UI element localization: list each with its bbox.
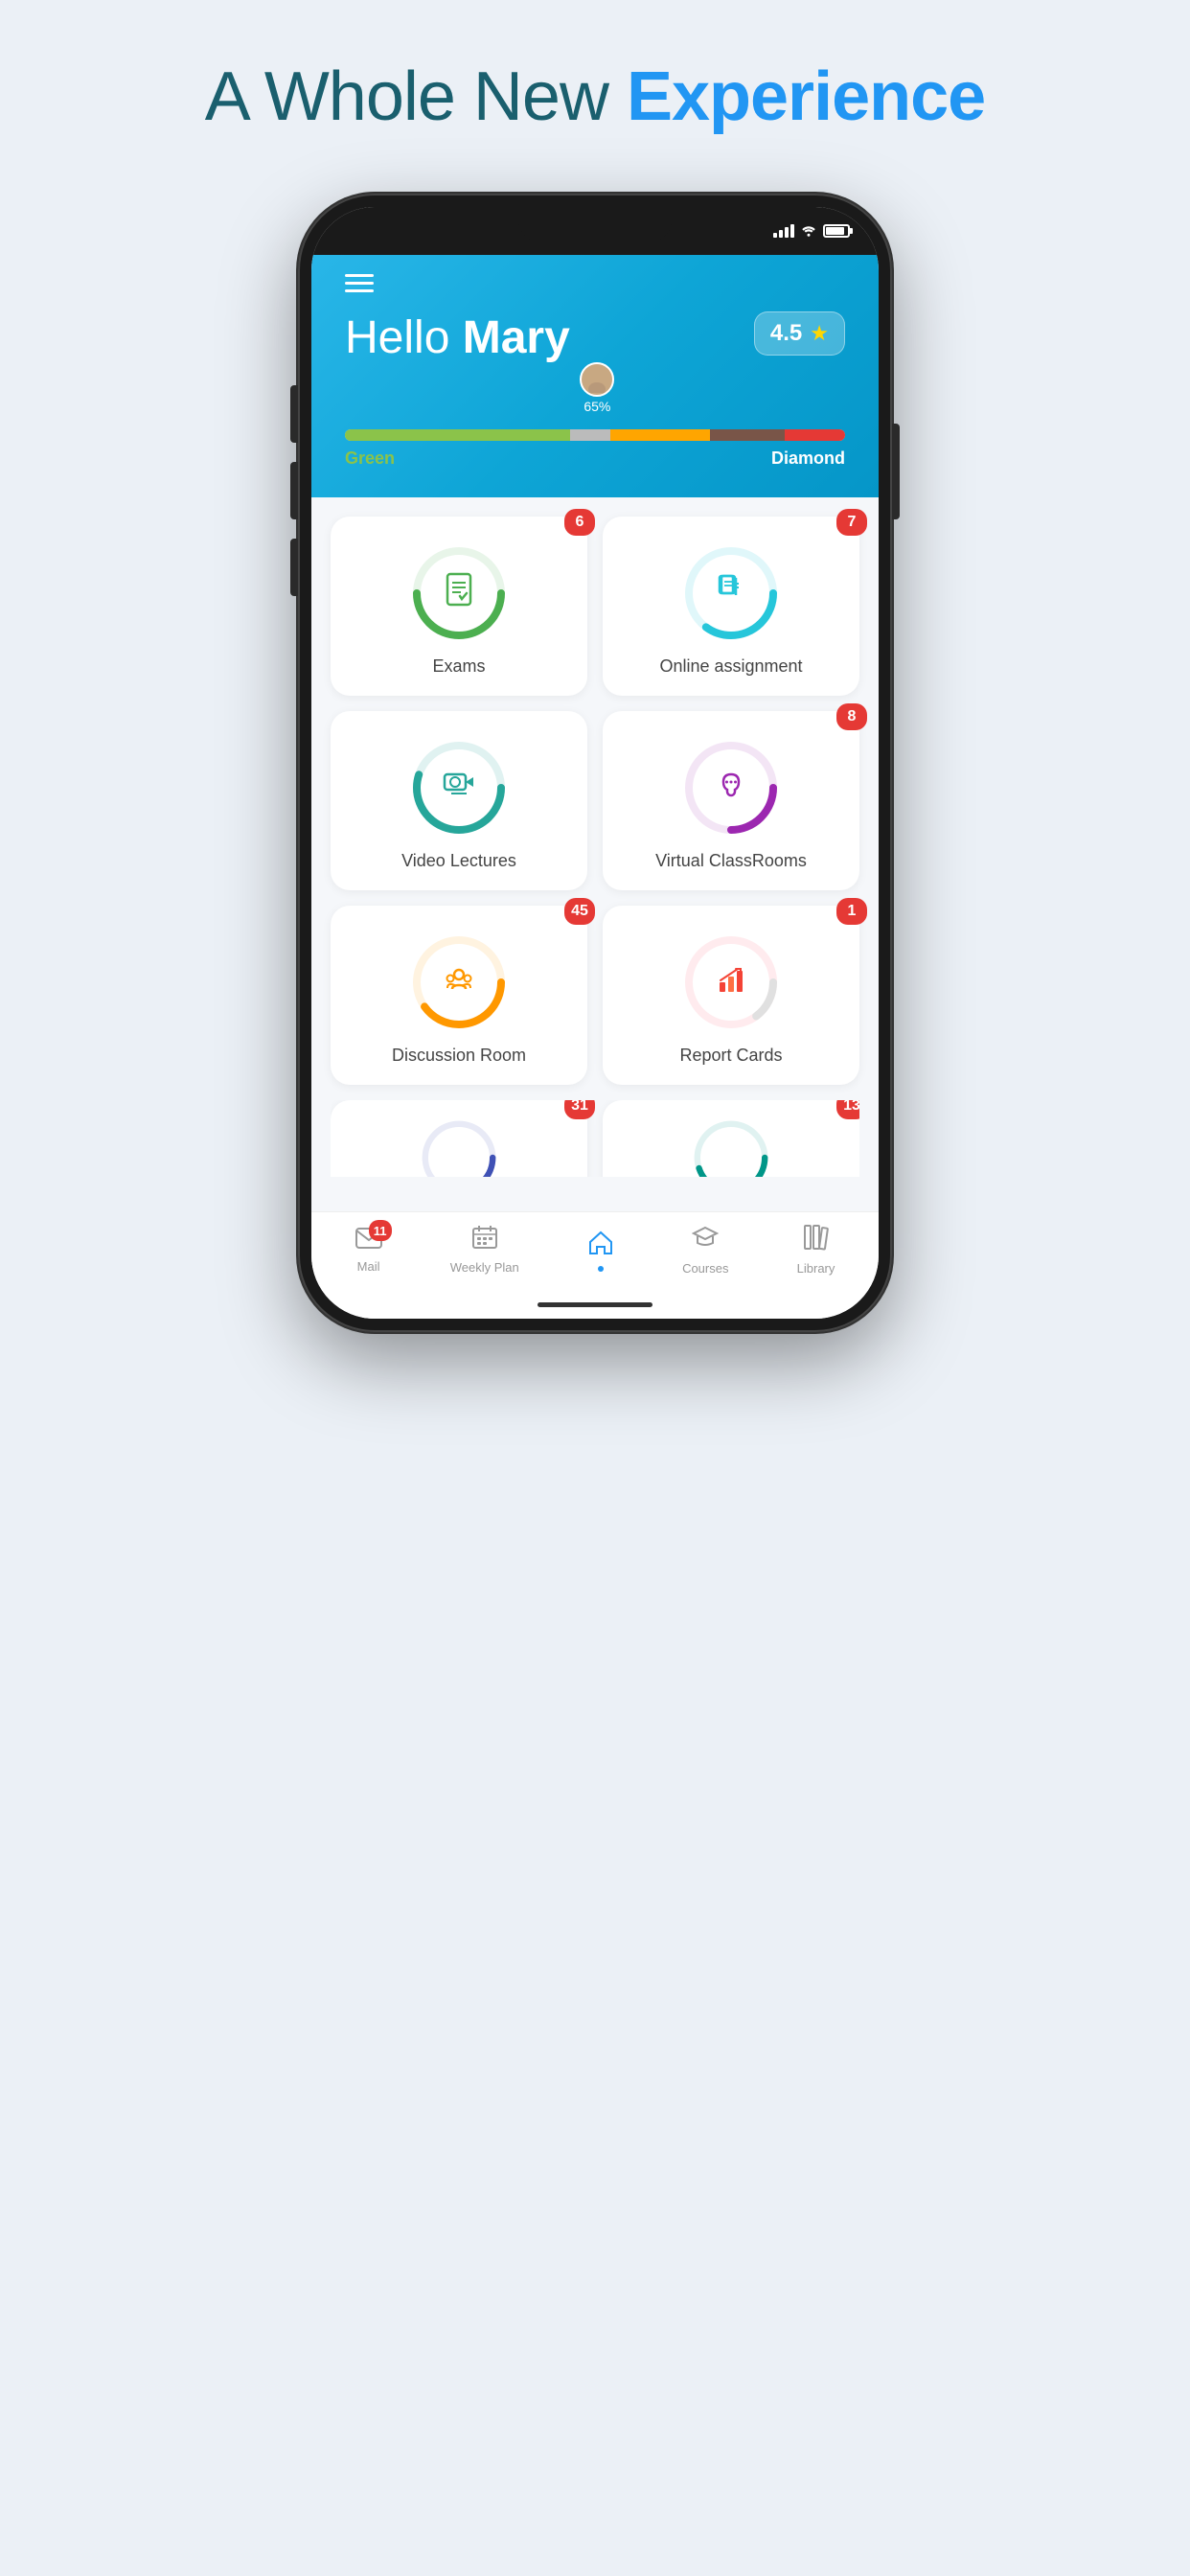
nav-item-library[interactable]: Library: [797, 1224, 835, 1276]
grid-row-4: 31 13: [331, 1100, 859, 1177]
badge-item-7: 31: [564, 1100, 595, 1119]
anchor-left-label: Green: [345, 448, 395, 469]
card-report-cards[interactable]: 1: [603, 906, 859, 1085]
greeting-name: Mary: [463, 312, 570, 363]
report-cards-icon: [712, 959, 750, 1006]
badge-virtual-classrooms: 8: [836, 703, 867, 730]
grid-row-1: 6: [331, 517, 859, 696]
nav-item-weekly-plan[interactable]: Weekly Plan: [450, 1225, 519, 1275]
virtual-classrooms-icon: [712, 765, 750, 812]
progress-bar: [345, 429, 845, 441]
greeting-text: Hello Mary: [345, 311, 570, 364]
status-bar: [311, 207, 879, 255]
circle-video-lectures: [411, 740, 507, 836]
badge-discussion-room: 45: [564, 898, 595, 925]
library-icon: [804, 1224, 829, 1257]
hamburger-menu[interactable]: [345, 274, 845, 292]
mail-label: Mail: [357, 1259, 380, 1274]
header-top: Hello Mary 4.5 ★: [345, 311, 845, 364]
exams-label: Exams: [432, 656, 485, 677]
phone-screen: Hello Mary 4.5 ★: [311, 207, 879, 1319]
progress-segment-brown: [710, 429, 785, 441]
home-bar-line: [538, 1302, 652, 1307]
online-assignment-icon: [712, 570, 750, 617]
badge-item-8: 13: [836, 1100, 859, 1119]
weekly-plan-icon: [472, 1225, 497, 1256]
courses-icon: [692, 1224, 719, 1257]
card-online-assignment[interactable]: 7: [603, 517, 859, 696]
progress-avatar: 65%: [580, 362, 614, 414]
user-avatar: [580, 362, 614, 397]
badge-report-cards: 1: [836, 898, 867, 925]
video-lectures-icon: [440, 765, 478, 812]
grid-row-2: Video Lectures 8: [331, 711, 859, 890]
circle-item-8: [693, 1119, 769, 1177]
phone-mockup: Hello Mary 4.5 ★: [298, 194, 892, 1332]
header-section: Hello Mary 4.5 ★: [311, 255, 879, 497]
home-active-dot: [598, 1266, 604, 1272]
circle-exams: [411, 545, 507, 641]
progress-percent: 65%: [584, 399, 610, 414]
grid-section: 6: [311, 497, 879, 1211]
progress-segment-red: [785, 429, 845, 441]
page-wrapper: A Whole New Experience: [0, 0, 1190, 1409]
anchor-right-label: Diamond: [771, 448, 845, 469]
card-exams[interactable]: 6: [331, 517, 587, 696]
signal-bars-icon: [773, 224, 794, 238]
rating-badge: 4.5 ★: [754, 311, 845, 356]
bottom-nav: 11 Mail: [311, 1211, 879, 1295]
progress-segment-orange: [610, 429, 710, 441]
card-discussion-room[interactable]: 45: [331, 906, 587, 1085]
card-item-7[interactable]: 31: [331, 1100, 587, 1177]
circle-item-7: [421, 1119, 497, 1177]
nav-item-courses[interactable]: Courses: [682, 1224, 728, 1276]
exams-icon: [440, 570, 478, 617]
notch-bar: [311, 207, 879, 255]
virtual-classrooms-label: Virtual ClassRooms: [655, 851, 807, 871]
star-icon: ★: [810, 321, 829, 346]
courses-label: Courses: [682, 1261, 728, 1276]
card-item-8[interactable]: 13: [603, 1100, 859, 1177]
progress-segment-green: [345, 429, 570, 441]
circle-virtual-classrooms: [683, 740, 779, 836]
nav-item-mail[interactable]: 11 Mail: [355, 1226, 382, 1274]
discussion-room-icon: [440, 959, 478, 1006]
weekly-plan-label: Weekly Plan: [450, 1260, 519, 1275]
online-assignment-label: Online assignment: [659, 656, 802, 677]
discussion-room-label: Discussion Room: [392, 1046, 526, 1066]
headline-prefix: A Whole New: [205, 58, 627, 135]
grid-row-3: 45: [331, 906, 859, 1085]
nav-item-home[interactable]: [587, 1229, 614, 1272]
headline-accent: Experience: [627, 58, 985, 135]
library-label: Library: [797, 1261, 835, 1276]
rating-value: 4.5: [770, 320, 802, 347]
card-video-lectures[interactable]: Video Lectures: [331, 711, 587, 890]
circle-report-cards: [683, 934, 779, 1030]
card-virtual-classrooms[interactable]: 8: [603, 711, 859, 890]
badge-exams: 6: [564, 509, 595, 536]
circle-online-assignment: [683, 545, 779, 641]
page-headline: A Whole New Experience: [205, 58, 985, 136]
home-indicator-bar: [311, 1295, 879, 1319]
progress-anchors: Green Diamond: [345, 448, 845, 469]
wifi-icon: [800, 223, 817, 240]
report-cards-label: Report Cards: [679, 1046, 782, 1066]
badge-online-assignment: 7: [836, 509, 867, 536]
mail-badge: 11: [369, 1220, 392, 1241]
home-icon: [587, 1229, 614, 1262]
circle-discussion-room: [411, 934, 507, 1030]
status-icons: [773, 223, 850, 240]
progress-segment-gray: [570, 429, 610, 441]
video-lectures-label: Video Lectures: [401, 851, 516, 871]
greeting-prefix: Hello: [345, 312, 463, 363]
battery-icon: [823, 224, 850, 238]
progress-section: 65% Green Diamond: [345, 383, 845, 469]
